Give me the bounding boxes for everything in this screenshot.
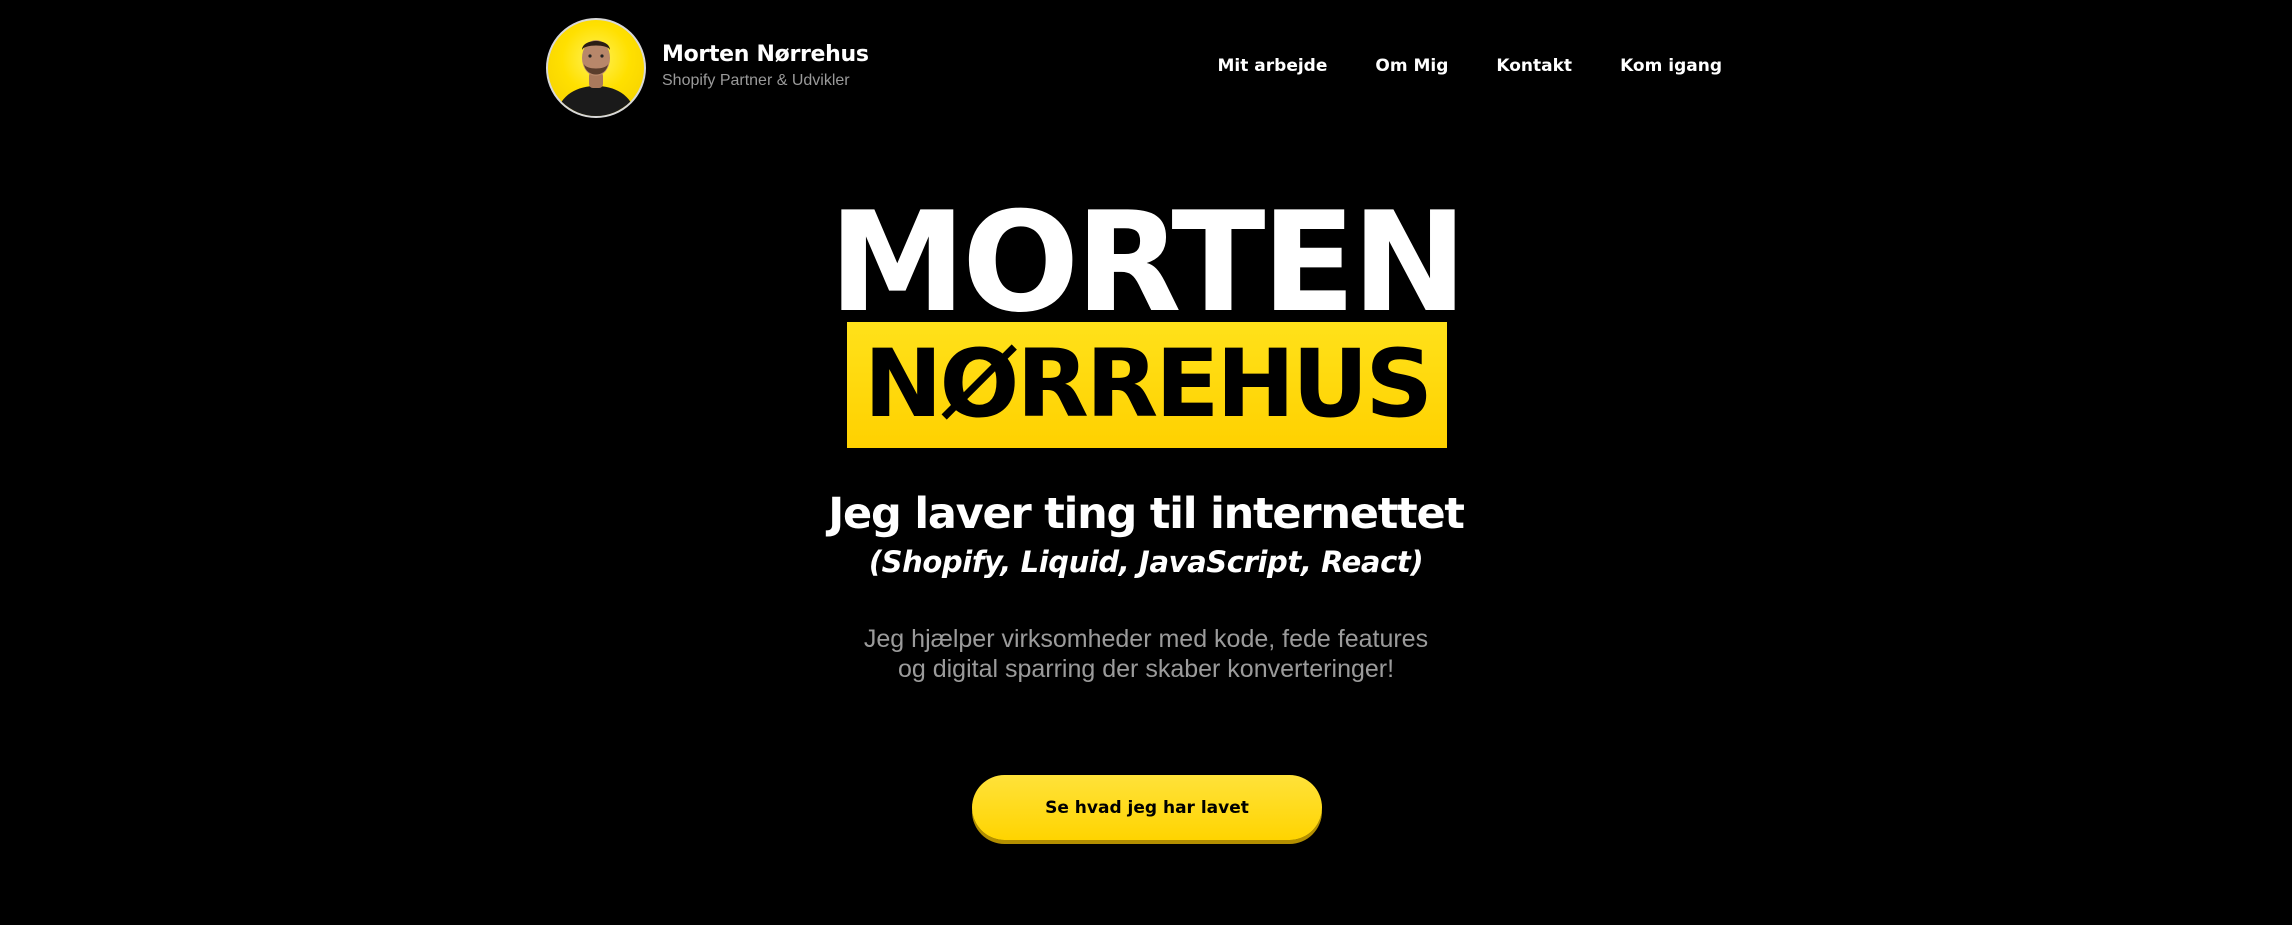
nav-link-mit-arbejde[interactable]: Mit arbejde [1218, 56, 1328, 76]
see-work-button[interactable]: Se hvad jeg har lavet [972, 775, 1322, 840]
brand-name[interactable]: Morten Nørrehus [662, 42, 869, 67]
hero-first-name: MORTEN [828, 182, 1468, 343]
hero-description-line: og digital sparring der skaber konverter… [897, 655, 1395, 683]
hero-last-name-highlight: NØRREHUS [847, 322, 1447, 448]
hero-tagline: Jeg laver ting til internettet [828, 489, 1465, 539]
page: Morten Nørrehus Shopify Partner & Udvikl… [0, 0, 2292, 925]
avatar-portrait [556, 40, 636, 116]
site-header: Morten Nørrehus Shopify Partner & Udvikl… [546, 18, 1726, 122]
brand-subtitle: Shopify Partner & Udvikler [662, 72, 850, 89]
hero-tech-stack: (Shopify, Liquid, JavaScript, React) [868, 545, 1424, 579]
nav-link-om-mig[interactable]: Om Mig [1375, 56, 1448, 76]
nav-link-kontakt[interactable]: Kontakt [1496, 56, 1572, 76]
hero-description-line: Jeg hjælper virksomheder med kode, fede … [863, 625, 1429, 653]
nav-link-kom-igang[interactable]: Kom igang [1620, 56, 1722, 76]
hero-description: Jeg hjælper virksomheder med kode, fede … [0, 624, 2292, 684]
see-work-button-label: Se hvad jeg har lavet [1045, 797, 1249, 818]
brand: Morten Nørrehus Shopify Partner & Udvikl… [662, 42, 869, 90]
hero-last-name: NØRREHUS [863, 330, 1433, 439]
main-nav: Mit arbejde Om Mig Kontakt Kom igang [1218, 56, 1723, 76]
avatar[interactable] [546, 18, 646, 118]
